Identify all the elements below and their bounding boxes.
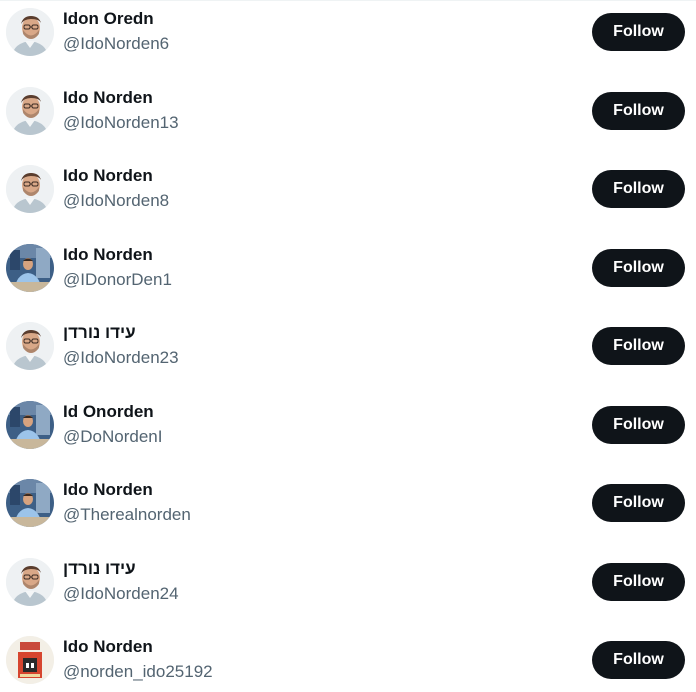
person-icon bbox=[6, 401, 54, 449]
follow-button[interactable]: Follow bbox=[592, 170, 685, 208]
portrait-icon bbox=[6, 322, 54, 370]
avatar[interactable] bbox=[6, 8, 54, 56]
user-name[interactable]: עידו נורדן bbox=[63, 559, 136, 579]
user-name[interactable]: Ido Norden bbox=[63, 166, 153, 186]
user-handle[interactable]: @norden_ido25192 bbox=[63, 662, 213, 682]
follow-button[interactable]: Follow bbox=[592, 484, 685, 522]
list-item[interactable]: Ido Norden @IDonorDen1 Follow bbox=[0, 237, 696, 315]
avatar[interactable] bbox=[6, 87, 54, 135]
follow-button[interactable]: Follow bbox=[592, 327, 685, 365]
person-icon bbox=[6, 479, 54, 527]
user-handle[interactable]: @IdoNorden23 bbox=[63, 348, 179, 368]
avatar[interactable] bbox=[6, 165, 54, 213]
list-item[interactable]: Ido Norden @Therealnorden Follow bbox=[0, 472, 696, 550]
list-item[interactable]: Idon Oredn @IdoNorden6 Follow bbox=[0, 1, 696, 79]
follow-button[interactable]: Follow bbox=[592, 249, 685, 287]
avatar[interactable] bbox=[6, 479, 54, 527]
user-name[interactable]: Id Onorden bbox=[63, 402, 154, 422]
user-name[interactable]: Ido Norden bbox=[63, 637, 153, 657]
list-item[interactable]: Ido Norden @IdoNorden13 Follow bbox=[0, 80, 696, 158]
user-handle[interactable]: @IDonorDen1 bbox=[63, 270, 172, 290]
follow-button[interactable]: Follow bbox=[592, 641, 685, 679]
person-icon bbox=[6, 244, 54, 292]
follow-button[interactable]: Follow bbox=[592, 563, 685, 601]
user-handle[interactable]: @IdoNorden24 bbox=[63, 584, 179, 604]
portrait-icon bbox=[6, 558, 54, 606]
user-name[interactable]: Ido Norden bbox=[63, 88, 153, 108]
user-handle[interactable]: @IdoNorden6 bbox=[63, 34, 169, 54]
list-item[interactable]: Ido Norden @IdoNorden8 Follow bbox=[0, 158, 696, 236]
avatar[interactable] bbox=[6, 244, 54, 292]
avatar[interactable] bbox=[6, 636, 54, 684]
user-handle[interactable]: @IdoNorden13 bbox=[63, 113, 179, 133]
user-name[interactable]: Ido Norden bbox=[63, 245, 153, 265]
user-name[interactable]: Idon Oredn bbox=[63, 9, 154, 29]
user-handle[interactable]: @DoNordenI bbox=[63, 427, 162, 447]
portrait-icon bbox=[6, 8, 54, 56]
user-handle[interactable]: @Therealnorden bbox=[63, 505, 191, 525]
avatar[interactable] bbox=[6, 322, 54, 370]
list-item[interactable]: עידו נורדן @IdoNorden23 Follow bbox=[0, 315, 696, 393]
avatar[interactable] bbox=[6, 401, 54, 449]
avatar[interactable] bbox=[6, 558, 54, 606]
follow-button[interactable]: Follow bbox=[592, 406, 685, 444]
user-name[interactable]: עידו נורדן bbox=[63, 323, 136, 343]
follow-button[interactable]: Follow bbox=[592, 92, 685, 130]
list-item[interactable]: עידו נורדן @IdoNorden24 Follow bbox=[0, 551, 696, 629]
user-handle[interactable]: @IdoNorden8 bbox=[63, 191, 169, 211]
user-list: Idon Oredn @IdoNorden6 Follow Ido Norden… bbox=[0, 0, 696, 692]
portrait-icon bbox=[6, 87, 54, 135]
list-item[interactable]: Ido Norden @norden_ido25192 Follow bbox=[0, 629, 696, 692]
follow-button[interactable]: Follow bbox=[592, 13, 685, 51]
user-name[interactable]: Ido Norden bbox=[63, 480, 153, 500]
list-item[interactable]: Id Onorden @DoNordenI Follow bbox=[0, 394, 696, 472]
book-cover-icon bbox=[6, 636, 54, 684]
portrait-icon bbox=[6, 165, 54, 213]
